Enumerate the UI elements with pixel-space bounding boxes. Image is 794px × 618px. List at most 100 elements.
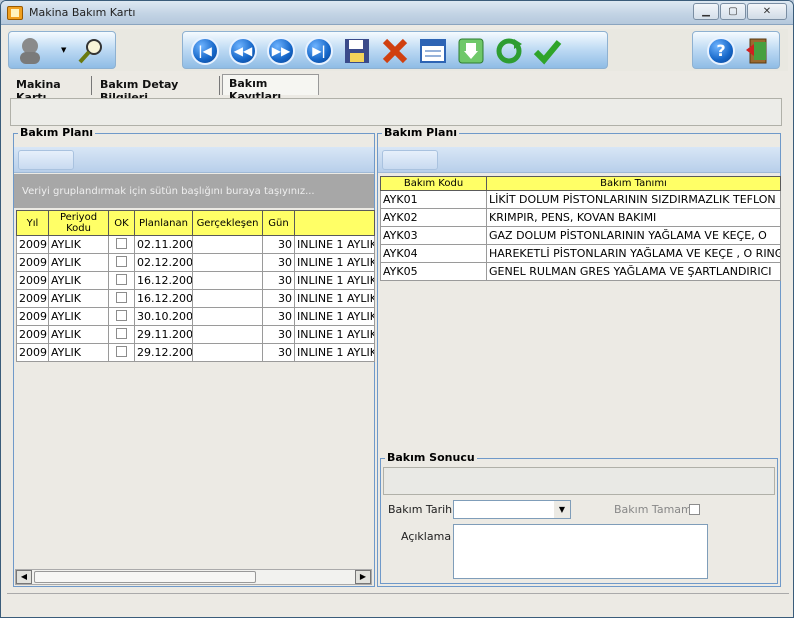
table-row[interactable]: 2009AYLIK 16.12.2009 30INLINE 1 AYLIK bbox=[16, 271, 375, 290]
right-cell: AYK05 bbox=[380, 262, 487, 281]
left-cell bbox=[192, 307, 263, 326]
left-cell: 2009 bbox=[16, 253, 49, 272]
date-dropdown[interactable]: ▼ bbox=[453, 500, 571, 519]
left-cell bbox=[192, 289, 263, 308]
grid-grip[interactable] bbox=[18, 150, 74, 170]
right-cell: AYK02 bbox=[380, 208, 487, 227]
table-row[interactable]: AYK02 KRIMPIR, PENS, KOVAN BAKIMI bbox=[380, 208, 781, 227]
left-cell: 30 bbox=[262, 253, 295, 272]
ok-checkbox[interactable] bbox=[116, 327, 127, 339]
search-icon[interactable] bbox=[75, 35, 107, 67]
left-panel-legend: Bakım Planı bbox=[18, 126, 96, 139]
ok-checkbox[interactable] bbox=[116, 255, 127, 267]
ok-cell bbox=[108, 325, 135, 344]
ok-checkbox[interactable] bbox=[116, 237, 127, 249]
delete-icon[interactable] bbox=[379, 35, 411, 67]
table-row[interactable]: 2009AYLIK 02.11.2009 30INLINE 1 AYLIK bbox=[16, 235, 375, 254]
left-cell: 02.11.2009 bbox=[134, 235, 193, 254]
table-row[interactable]: AYK03 GAZ DOLUM PİSTONLARININ YAĞLAMA VE … bbox=[380, 226, 781, 245]
left-cell bbox=[192, 271, 263, 290]
last-icon[interactable]: ▶| bbox=[303, 35, 335, 67]
left-cell: INLINE 1 AYLIK bbox=[294, 307, 375, 326]
result-panel: Bakım Sonucu Bakım Tarihi ▼ Bakım Tamam … bbox=[380, 451, 778, 584]
left-col-header[interactable]: OK bbox=[108, 210, 135, 236]
info-bar bbox=[10, 98, 782, 126]
right-col-header[interactable]: Bakım Tanımı bbox=[486, 176, 781, 191]
toolbar-group-right: ? bbox=[692, 31, 780, 69]
chevron-down-icon[interactable]: ▼ bbox=[554, 501, 570, 518]
left-cell: 2009 bbox=[16, 325, 49, 344]
left-col-header[interactable] bbox=[294, 210, 375, 236]
table-row[interactable]: AYK04 HAREKETLİ PİSTONLARIN YAĞLAMA VE KE… bbox=[380, 244, 781, 263]
date-label: Bakım Tarihi bbox=[388, 503, 456, 516]
ok-checkbox[interactable] bbox=[116, 273, 127, 285]
left-plan-panel: Bakım Planı Veriyi gruplandırmak için sü… bbox=[13, 126, 375, 587]
left-cell: INLINE 1 AYLIK bbox=[294, 271, 375, 290]
left-cell: 02.12.2009 bbox=[134, 253, 193, 272]
table-row[interactable]: 2009AYLIK 16.12.2009 30INLINE 1 AYLIK bbox=[16, 289, 375, 308]
ok-cell bbox=[108, 235, 135, 254]
left-cell: INLINE 1 AYLIK bbox=[294, 235, 375, 254]
maximize-button[interactable]: ▢ bbox=[720, 3, 746, 20]
scroll-left-icon[interactable]: ◀ bbox=[16, 570, 32, 584]
scroll-right-icon[interactable]: ▶ bbox=[355, 570, 371, 584]
left-cell: 30 bbox=[262, 343, 295, 362]
help-icon[interactable]: ? bbox=[705, 35, 737, 67]
close-button[interactable]: ✕ bbox=[747, 3, 787, 20]
left-cell: 30 bbox=[262, 271, 295, 290]
left-cell: INLINE 1 AYLIK bbox=[294, 253, 375, 272]
tab-bakim-detay[interactable]: Bakım Detay Bilgileri bbox=[94, 76, 220, 104]
table-row[interactable]: 2009AYLIK 29.12.2009 30INLINE 1 AYLIK bbox=[16, 343, 375, 362]
left-cell: 30 bbox=[262, 307, 295, 326]
scroll-thumb[interactable] bbox=[34, 571, 256, 583]
table-row[interactable]: AYK01 LİKİT DOLUM PİSTONLARININ SIZDIRMAZ… bbox=[380, 190, 781, 209]
grid-grip[interactable] bbox=[382, 150, 438, 170]
ok-cell bbox=[108, 343, 135, 362]
left-cell: AYLIK bbox=[48, 343, 109, 362]
left-cell: AYLIK bbox=[48, 325, 109, 344]
left-col-header[interactable]: Periyod Kodu bbox=[48, 210, 109, 236]
note-textarea[interactable] bbox=[453, 524, 708, 579]
tab-makina-karti[interactable]: Makina Kartı bbox=[10, 76, 92, 104]
right-col-header[interactable]: Bakım Kodu bbox=[380, 176, 487, 191]
right-cell: AYK01 bbox=[380, 190, 487, 209]
next-icon[interactable]: ▶▶ bbox=[265, 35, 297, 67]
ok-checkbox[interactable] bbox=[116, 309, 127, 321]
right-cell: GAZ DOLUM PİSTONLARININ YAĞLAMA VE KEÇE,… bbox=[486, 226, 781, 245]
right-grid-toolbar bbox=[378, 147, 780, 173]
ok-checkbox[interactable] bbox=[116, 345, 127, 357]
done-checkbox[interactable] bbox=[689, 504, 700, 518]
main-window: Makina Bakım Kartı ▁ ▢ ✕ ▼ |◀ ◀◀ ▶▶ ▶| ? bbox=[0, 0, 794, 618]
table-row[interactable]: AYK05 GENEL RULMAN GRES YAĞLAMA VE ŞARTLA… bbox=[380, 262, 781, 281]
left-cell: AYLIK bbox=[48, 271, 109, 290]
table-row[interactable]: 2009AYLIK 30.10.2009 30INLINE 1 AYLIK bbox=[16, 307, 375, 326]
calendar-icon[interactable] bbox=[417, 35, 449, 67]
refresh-icon[interactable] bbox=[493, 35, 525, 67]
left-cell: 30 bbox=[262, 325, 295, 344]
prev-icon[interactable]: ◀◀ bbox=[227, 35, 259, 67]
left-col-header[interactable]: Gün bbox=[262, 210, 295, 236]
left-cell: 30.10.2009 bbox=[134, 307, 193, 326]
left-cell: 2009 bbox=[16, 289, 49, 308]
export-icon[interactable] bbox=[455, 35, 487, 67]
table-row[interactable]: 2009AYLIK 02.12.2009 30INLINE 1 AYLIK bbox=[16, 253, 375, 272]
left-col-header[interactable]: Planlanan bbox=[134, 210, 193, 236]
first-icon[interactable]: |◀ bbox=[189, 35, 221, 67]
group-drop-area[interactable]: Veriyi gruplandırmak için sütün başlığın… bbox=[14, 174, 374, 208]
save-icon[interactable] bbox=[341, 35, 373, 67]
left-col-header[interactable]: Gerçekleşen bbox=[192, 210, 263, 236]
left-cell: AYLIK bbox=[48, 307, 109, 326]
right-grid: Bakım Kodu Bakım Tanımı AYK01 LİKİT DOLUM … bbox=[380, 176, 781, 281]
horizontal-scrollbar[interactable]: ◀ ▶ bbox=[15, 569, 372, 585]
left-cell bbox=[192, 235, 263, 254]
chevron-down-icon[interactable]: ▼ bbox=[61, 46, 66, 54]
title-bar: Makina Bakım Kartı ▁ ▢ ✕ bbox=[1, 1, 793, 25]
tab-bakim-kayitlari[interactable]: Bakım Kayıtları bbox=[222, 74, 319, 103]
minimize-button[interactable]: ▁ bbox=[693, 3, 719, 20]
table-row[interactable]: 2009AYLIK 29.11.2009 30INLINE 1 AYLIK bbox=[16, 325, 375, 344]
user-icon[interactable] bbox=[15, 35, 47, 67]
confirm-icon[interactable] bbox=[531, 35, 563, 67]
left-col-header[interactable]: Yıl bbox=[16, 210, 49, 236]
exit-icon[interactable] bbox=[743, 35, 775, 67]
ok-checkbox[interactable] bbox=[116, 291, 127, 303]
